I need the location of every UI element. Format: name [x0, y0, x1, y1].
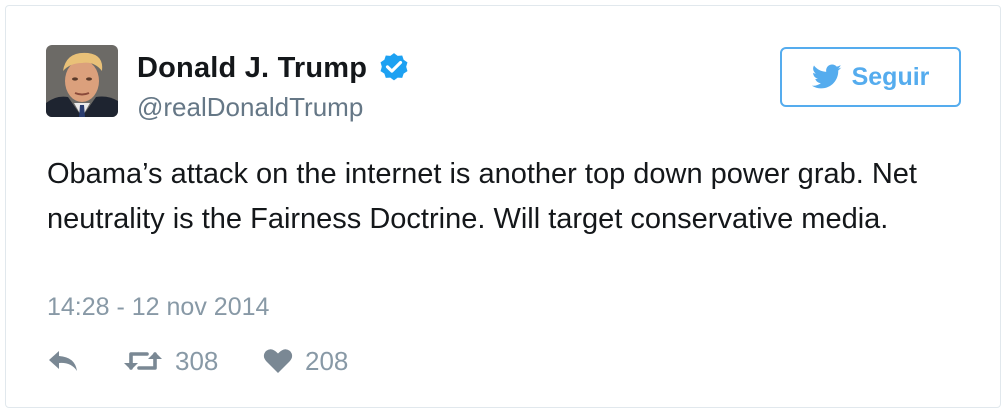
tweet-timestamp[interactable]: 14:28 - 12 nov 2014 [47, 293, 269, 322]
author-handle[interactable]: @realDonaldTrump [137, 92, 363, 123]
tweet-card: Donald J. Trump @realDonaldTrump Seguir … [5, 5, 1001, 408]
verified-badge-icon [377, 51, 411, 85]
avatar[interactable] [46, 45, 118, 117]
retweet-button[interactable]: 308 [123, 344, 218, 378]
like-count: 208 [305, 345, 349, 376]
follow-button[interactable]: Seguir [780, 47, 961, 107]
author-name-row: Donald J. Trump [137, 51, 411, 85]
tweet-text: Obama’s attack on the internet is anothe… [47, 158, 917, 235]
retweet-icon [123, 348, 163, 374]
retweet-count: 308 [175, 345, 219, 376]
reply-button[interactable] [47, 344, 79, 378]
author-name[interactable]: Donald J. Trump [137, 52, 367, 85]
twitter-bird-icon [811, 64, 842, 90]
follow-button-label: Seguir [851, 62, 930, 91]
heart-icon [263, 348, 293, 374]
like-button[interactable]: 208 [263, 344, 348, 378]
reply-icon [47, 349, 79, 373]
